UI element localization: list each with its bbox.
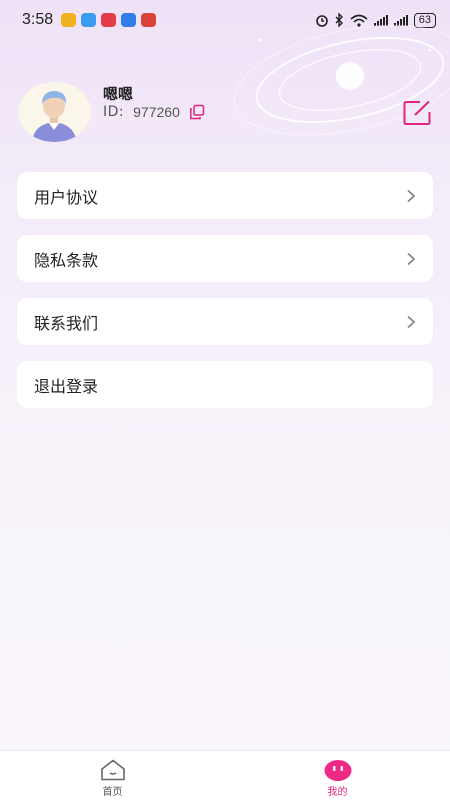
user-avatar-icon: [32, 91, 77, 142]
edit-profile-icon[interactable]: [403, 100, 433, 126]
nickname: 嗯嗯: [103, 85, 134, 103]
menu-item-privacy-policy[interactable]: 隐私条款: [17, 235, 433, 282]
tab-home-label: 首页: [102, 787, 123, 798]
menu-item-label: 用户协议: [34, 187, 99, 207]
signal-icon: [373, 14, 388, 26]
settings-menu: 用户协议 隐私条款 联系我们 退出登录: [17, 172, 433, 424]
copy-icon[interactable]: [189, 104, 205, 120]
heart-app-icon: [101, 13, 117, 27]
bottom-tab-bar: 首页 我的: [0, 750, 450, 800]
notification-icons: [61, 13, 157, 27]
user-id-row: ID: 977260: [103, 104, 205, 120]
user-id-value: 977260: [133, 104, 180, 120]
tab-mine[interactable]: 我的: [225, 751, 450, 800]
status-time: 3:58: [22, 11, 54, 28]
compass-app-icon: [121, 13, 137, 27]
alarm-icon: [315, 15, 328, 27]
status-bar: 3:58 63: [0, 0, 450, 40]
home-icon: [100, 759, 125, 781]
wifi-icon: [350, 14, 368, 27]
tab-home[interactable]: 首页: [0, 751, 225, 800]
tab-mine-label: 我的: [327, 787, 348, 798]
tomato-app-icon: [141, 13, 157, 27]
status-right: 63: [315, 12, 436, 28]
chat-icon: [81, 13, 97, 27]
menu-item-user-agreement[interactable]: 用户协议: [17, 172, 433, 219]
user-id-label: ID:: [103, 104, 125, 120]
weibo-icon: [61, 13, 77, 27]
battery-indicator: 63: [413, 12, 436, 28]
profile-header: 嗯嗯 ID: 977260: [18, 80, 433, 144]
menu-item-label: 隐私条款: [34, 250, 99, 270]
chevron-right-icon: [407, 252, 416, 265]
menu-item-contact-us[interactable]: 联系我们: [17, 298, 433, 345]
signal-icon-2: [393, 14, 408, 26]
mine-icon: [324, 760, 351, 781]
menu-item-label: 联系我们: [34, 313, 99, 333]
avatar[interactable]: [18, 82, 91, 142]
menu-item-label: 退出登录: [34, 376, 99, 396]
chevron-right-icon: [407, 189, 416, 202]
menu-item-logout[interactable]: 退出登录: [17, 361, 433, 408]
bluetooth-icon: [335, 13, 343, 27]
chevron-right-icon: [407, 315, 416, 328]
